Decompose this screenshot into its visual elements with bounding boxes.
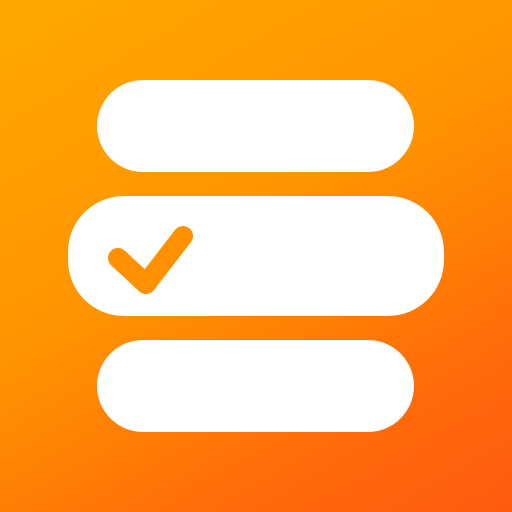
list-item-bar-top [97, 80, 414, 172]
app-icon [0, 0, 512, 512]
list-item-bar-checked [68, 196, 444, 316]
list-item-bar-bottom [97, 340, 414, 432]
